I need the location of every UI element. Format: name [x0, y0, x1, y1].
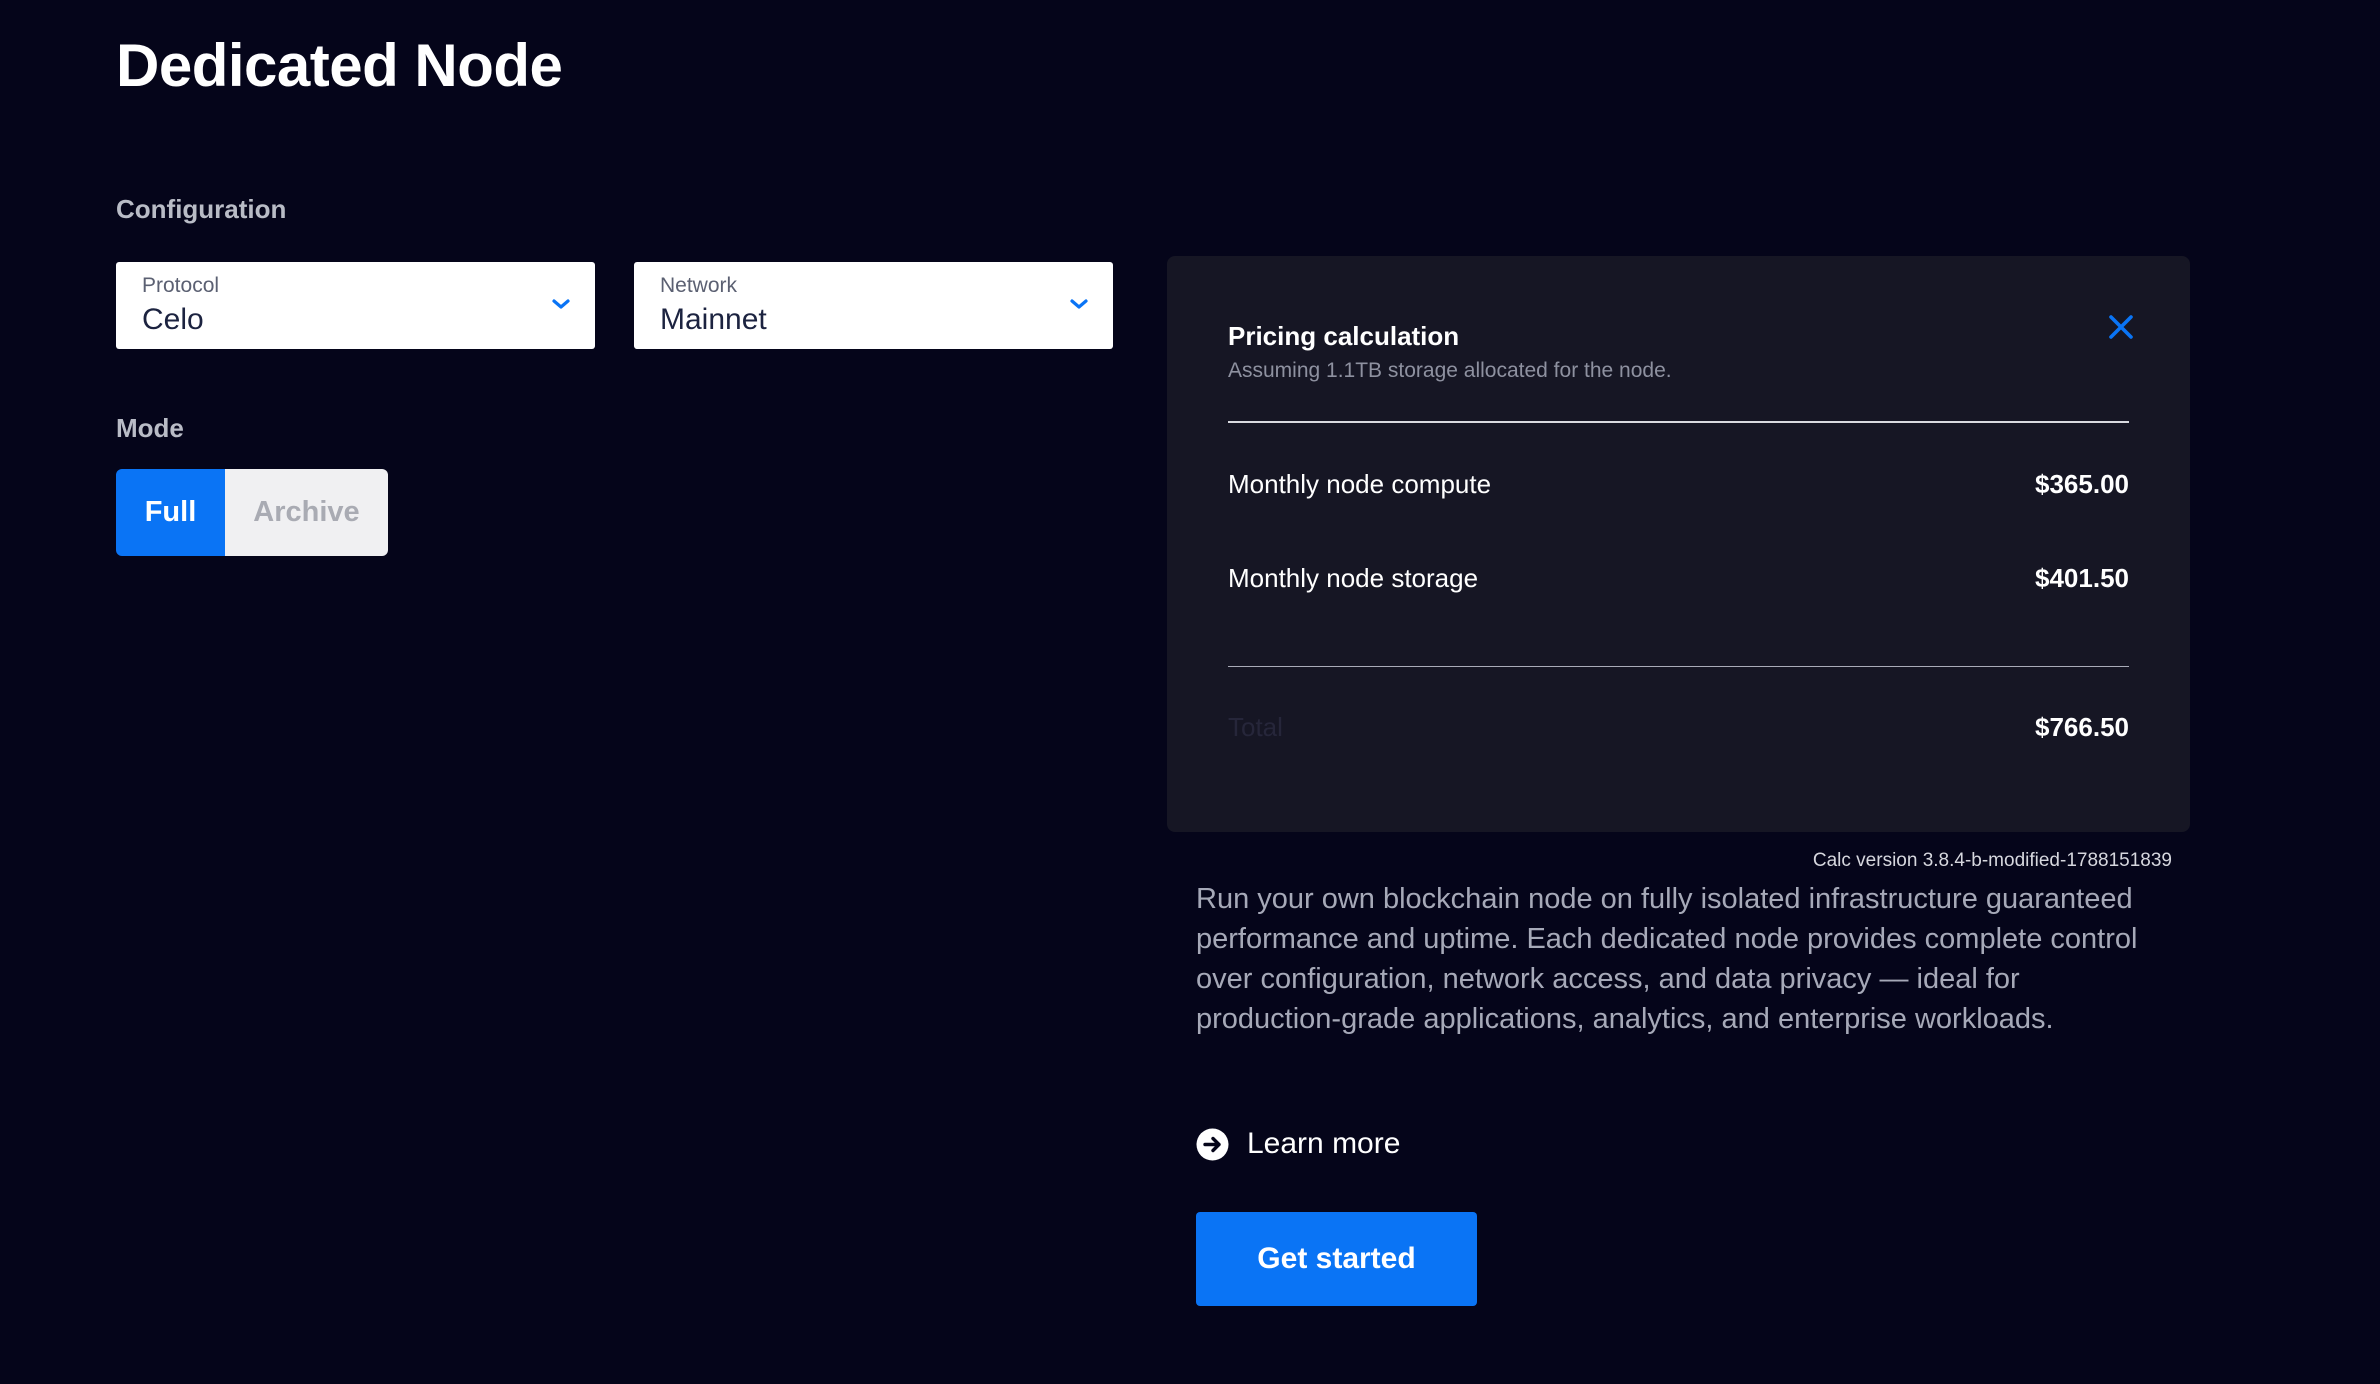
mode-option-archive[interactable]: Archive — [225, 469, 388, 556]
protocol-caption: Protocol — [142, 274, 220, 297]
network-caption: Network — [660, 274, 738, 297]
chevron-down-icon — [1070, 299, 1088, 309]
price-row-label: Monthly node storage — [1228, 563, 1479, 593]
total-value: $766.50 — [2035, 712, 2129, 742]
close-icon[interactable] — [2106, 312, 2136, 342]
pricing-divider — [1228, 666, 2129, 667]
arrow-circle-right-icon — [1196, 1128, 1229, 1160]
protocol-value: Celo — [142, 303, 204, 336]
chevron-down-icon — [552, 299, 570, 309]
price-row-storage: Monthly node storage $401.50 — [1228, 562, 2129, 594]
mode-label: Mode — [116, 413, 184, 443]
calc-version: Calc version 3.8.4-b-modified-1788151839 — [1812, 850, 2172, 871]
protocol-select[interactable]: Protocol Celo — [116, 262, 595, 349]
pricing-title: Pricing calculation — [1228, 321, 1460, 351]
price-row-total: Total $766.50 — [1228, 711, 2129, 743]
price-row-compute: Monthly node compute $365.00 — [1228, 468, 2129, 500]
price-row-label: Monthly node compute — [1228, 469, 1492, 499]
price-row-value: $365.00 — [2035, 469, 2129, 499]
learn-more-label: Learn more — [1247, 1127, 1401, 1160]
total-label: Total — [1228, 712, 1283, 742]
pricing-card: Pricing calculation Assuming 1.1TB stora… — [1167, 256, 2190, 832]
mode-toggle: Full Archive — [116, 469, 388, 556]
page-title: Dedicated Node — [116, 32, 563, 99]
configuration-label: Configuration — [116, 194, 287, 224]
mode-option-full[interactable]: Full — [116, 469, 225, 556]
learn-more-link[interactable]: Learn more — [1196, 1124, 1400, 1164]
network-value: Mainnet — [660, 303, 767, 336]
pricing-subtitle: Assuming 1.1TB storage allocated for the… — [1228, 359, 1672, 382]
price-row-value: $401.50 — [2035, 563, 2129, 593]
description-text: Run your own blockchain node on fully is… — [1196, 883, 2138, 1035]
get-started-button[interactable]: Get started — [1196, 1212, 1477, 1306]
network-select[interactable]: Network Mainnet — [634, 262, 1113, 349]
pricing-divider — [1228, 421, 2129, 423]
